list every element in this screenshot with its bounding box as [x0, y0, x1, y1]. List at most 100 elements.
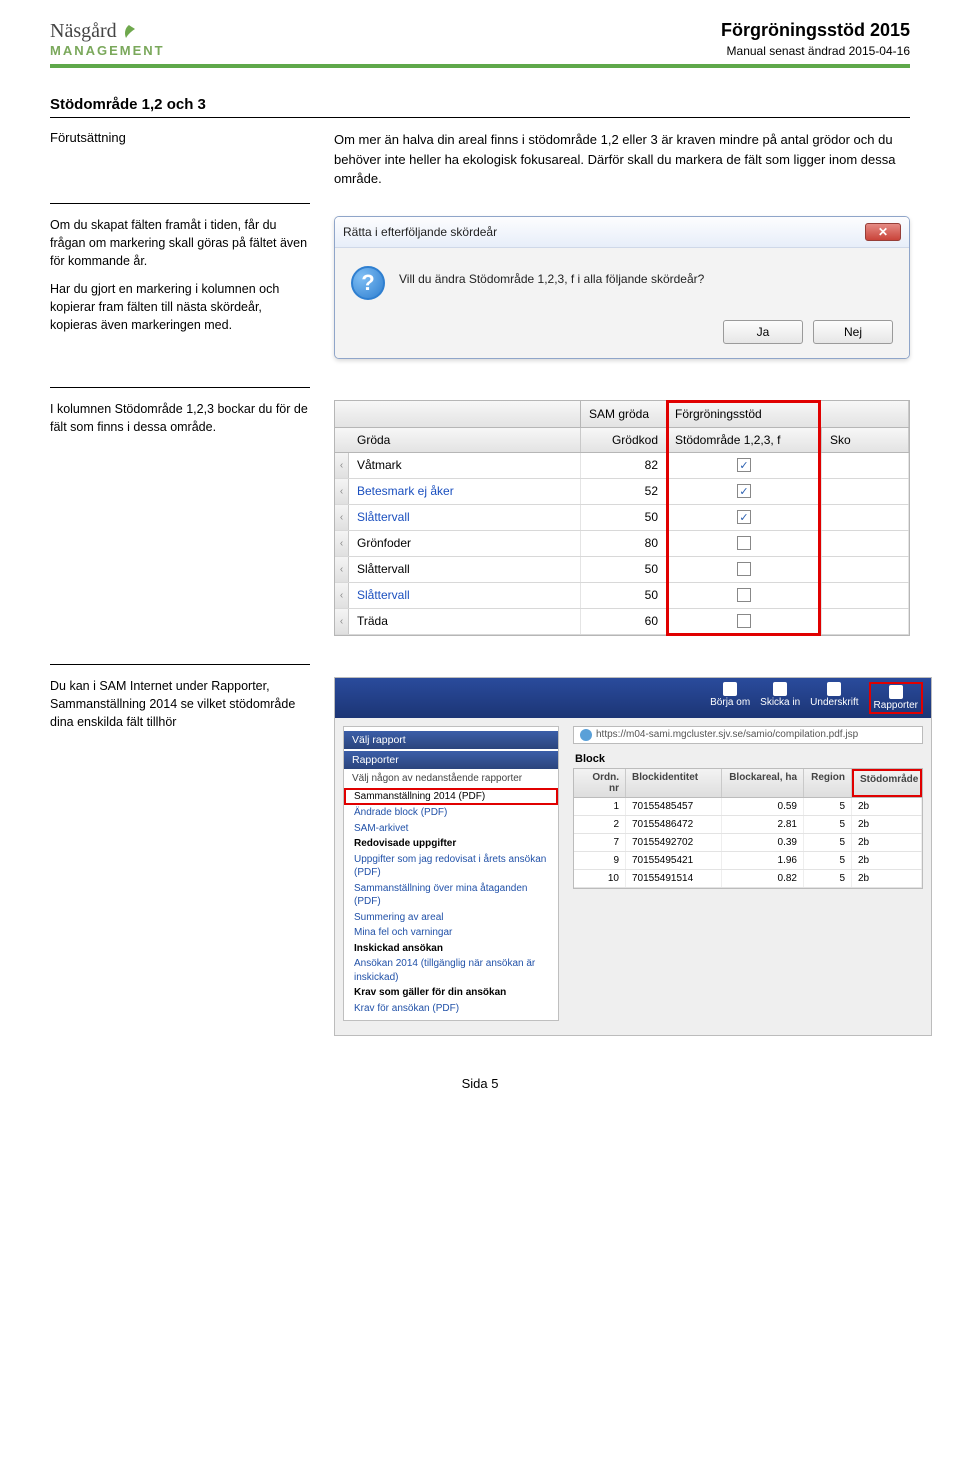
sam-report-item[interactable]: Uppgifter som jag redovisat i årets ansö… — [344, 852, 558, 881]
col-groda[interactable]: Gröda — [349, 428, 581, 452]
cell-stod[interactable]: ✓ — [667, 505, 822, 530]
sam-report-item[interactable]: Krav för ansökan (PDF) — [344, 1001, 558, 1017]
cell-groda: Våtmark — [349, 453, 581, 478]
checkbox-icon[interactable]: ✓ — [737, 458, 751, 472]
bc-areal: 0.39 — [722, 834, 804, 851]
sam-report-item[interactable]: Sammanställning över mina åtaganden (PDF… — [344, 881, 558, 910]
bc-stod: 2b — [852, 834, 922, 851]
block1-p1: Om du skapat fälten framåt i tiden, får … — [50, 216, 310, 270]
divider — [50, 387, 310, 388]
cell-sko — [822, 531, 909, 556]
block-row[interactable]: 2701554864722.8152b — [574, 816, 922, 834]
sam-report-item[interactable]: SAM-arkivet — [344, 821, 558, 837]
bc-areal: 0.59 — [722, 798, 804, 815]
checkbox-icon[interactable]: ✓ — [737, 510, 751, 524]
block-row[interactable]: 7701554927020.3952b — [574, 834, 922, 852]
leaf-icon — [121, 24, 137, 40]
confirm-dialog: Rätta i efterföljande skördeår ✕ ? Vill … — [334, 216, 910, 359]
block-row[interactable]: 1701554854570.5952b — [574, 798, 922, 816]
block1-p2: Har du gjort en markering i kolumnen och… — [50, 280, 310, 334]
checkbox-icon[interactable] — [737, 562, 751, 576]
sam-left-hdr1: Välj rapport — [344, 731, 558, 749]
bc-stod: 2b — [852, 870, 922, 887]
bt-col-region[interactable]: Region — [804, 769, 852, 797]
dialog-titlebar: Rätta i efterföljande skördeår ✕ — [335, 217, 909, 248]
sam-report-item[interactable]: Redovisade uppgifter — [344, 836, 558, 852]
table-row[interactable]: ‹Träda60 — [335, 609, 909, 635]
sam-top-item[interactable]: Underskrift — [810, 682, 858, 714]
sam-report-item[interactable]: Ansökan 2014 (tillgänglig när ansökan är… — [344, 956, 558, 985]
sam-report-item[interactable]: Ändrade block (PDF) — [344, 805, 558, 821]
sam-top-item[interactable]: Skicka in — [760, 682, 800, 714]
cell-stod[interactable] — [667, 557, 822, 582]
sam-report-list: Välj rapport Rapporter Välj någon av ned… — [343, 726, 559, 1022]
bc-stod: 2b — [852, 798, 922, 815]
row-handle[interactable]: ‹ — [335, 609, 349, 634]
bc-ord: 9 — [574, 852, 626, 869]
sam-report-item[interactable]: Sammanställning 2014 (PDF) — [344, 788, 558, 806]
table-row[interactable]: ‹Slåttervall50 — [335, 557, 909, 583]
bt-col-stod[interactable]: Stödområde — [852, 769, 922, 797]
cell-stod[interactable] — [667, 609, 822, 634]
close-icon[interactable]: ✕ — [865, 223, 901, 241]
cell-stod[interactable]: ✓ — [667, 453, 822, 478]
block-row[interactable]: 9701554954211.9652b — [574, 852, 922, 870]
table-row[interactable]: ‹Våtmark82✓ — [335, 453, 909, 479]
checkbox-icon[interactable] — [737, 536, 751, 550]
cell-stod[interactable] — [667, 583, 822, 608]
cell-groda: Slåttervall — [349, 557, 581, 582]
sam-top-item-rapporter[interactable]: Rapporter — [869, 682, 923, 714]
dialog-title: Rätta i efterföljande skördeår — [343, 225, 497, 239]
bc-ord: 1 — [574, 798, 626, 815]
row-handle[interactable]: ‹ — [335, 505, 349, 530]
cell-stod[interactable] — [667, 531, 822, 556]
bt-col-id[interactable]: Blockidentitet — [626, 769, 722, 797]
bc-areal: 0.82 — [722, 870, 804, 887]
table-row[interactable]: ‹Slåttervall50✓ — [335, 505, 909, 531]
bt-col-areal[interactable]: Blockareal, ha — [722, 769, 804, 797]
sam-left-hdr2: Rapporter — [344, 751, 558, 769]
bt-col-ord[interactable]: Ordn. nr — [574, 769, 626, 797]
sam-url-bar[interactable]: https://m04-sami.mgcluster.sjv.se/samio/… — [573, 726, 923, 744]
sam-top-item[interactable]: Börja om — [710, 682, 750, 714]
logo: Näsgård MANAGEMENT — [50, 20, 165, 58]
doc-title: Förgröningsstöd 2015 — [721, 20, 910, 41]
table-row[interactable]: ‹Grönfoder80 — [335, 531, 909, 557]
sam-report-item[interactable]: Mina fel och varningar — [344, 925, 558, 941]
bc-areal: 2.81 — [722, 816, 804, 833]
cell-groda: Grönfoder — [349, 531, 581, 556]
cell-groda: Slåttervall — [349, 505, 581, 530]
cell-groda: Slåttervall — [349, 583, 581, 608]
row-handle[interactable]: ‹ — [335, 583, 349, 608]
sam-report-item[interactable]: Summering av areal — [344, 910, 558, 926]
sam-report-item[interactable]: Inskickad ansökan — [344, 941, 558, 957]
sam-report-item[interactable]: Krav som gäller för din ansökan — [344, 985, 558, 1001]
cell-sko — [822, 505, 909, 530]
cell-kod: 52 — [581, 479, 667, 504]
block2-text: I kolumnen Stödområde 1,2,3 bockar du fö… — [50, 400, 310, 436]
checkbox-icon[interactable] — [737, 614, 751, 628]
checkbox-icon[interactable] — [737, 588, 751, 602]
row-handle[interactable]: ‹ — [335, 479, 349, 504]
col-stod[interactable]: Stödområde 1,2,3, f — [667, 428, 822, 452]
table-row[interactable]: ‹Betesmark ej åker52✓ — [335, 479, 909, 505]
bc-areal: 1.96 — [722, 852, 804, 869]
grid-wrap: SAM gröda Förgröningsstöd Gröda Grödkod … — [334, 400, 910, 636]
bc-region: 5 — [804, 834, 852, 851]
row-handle[interactable]: ‹ — [335, 453, 349, 478]
col-kod[interactable]: Grödkod — [581, 428, 667, 452]
bc-region: 5 — [804, 852, 852, 869]
col-sko[interactable]: Sko — [822, 428, 909, 452]
bc-region: 5 — [804, 798, 852, 815]
row-handle[interactable]: ‹ — [335, 557, 349, 582]
no-button[interactable]: Nej — [813, 320, 893, 344]
yes-button[interactable]: Ja — [723, 320, 803, 344]
cell-stod[interactable]: ✓ — [667, 479, 822, 504]
table-row[interactable]: ‹Slåttervall50 — [335, 583, 909, 609]
block-row[interactable]: 10701554915140.8252b — [574, 870, 922, 888]
row-handle[interactable]: ‹ — [335, 531, 349, 556]
cell-kod: 50 — [581, 557, 667, 582]
checkbox-icon[interactable]: ✓ — [737, 484, 751, 498]
restart-icon — [723, 682, 737, 696]
report-icon — [889, 685, 903, 699]
